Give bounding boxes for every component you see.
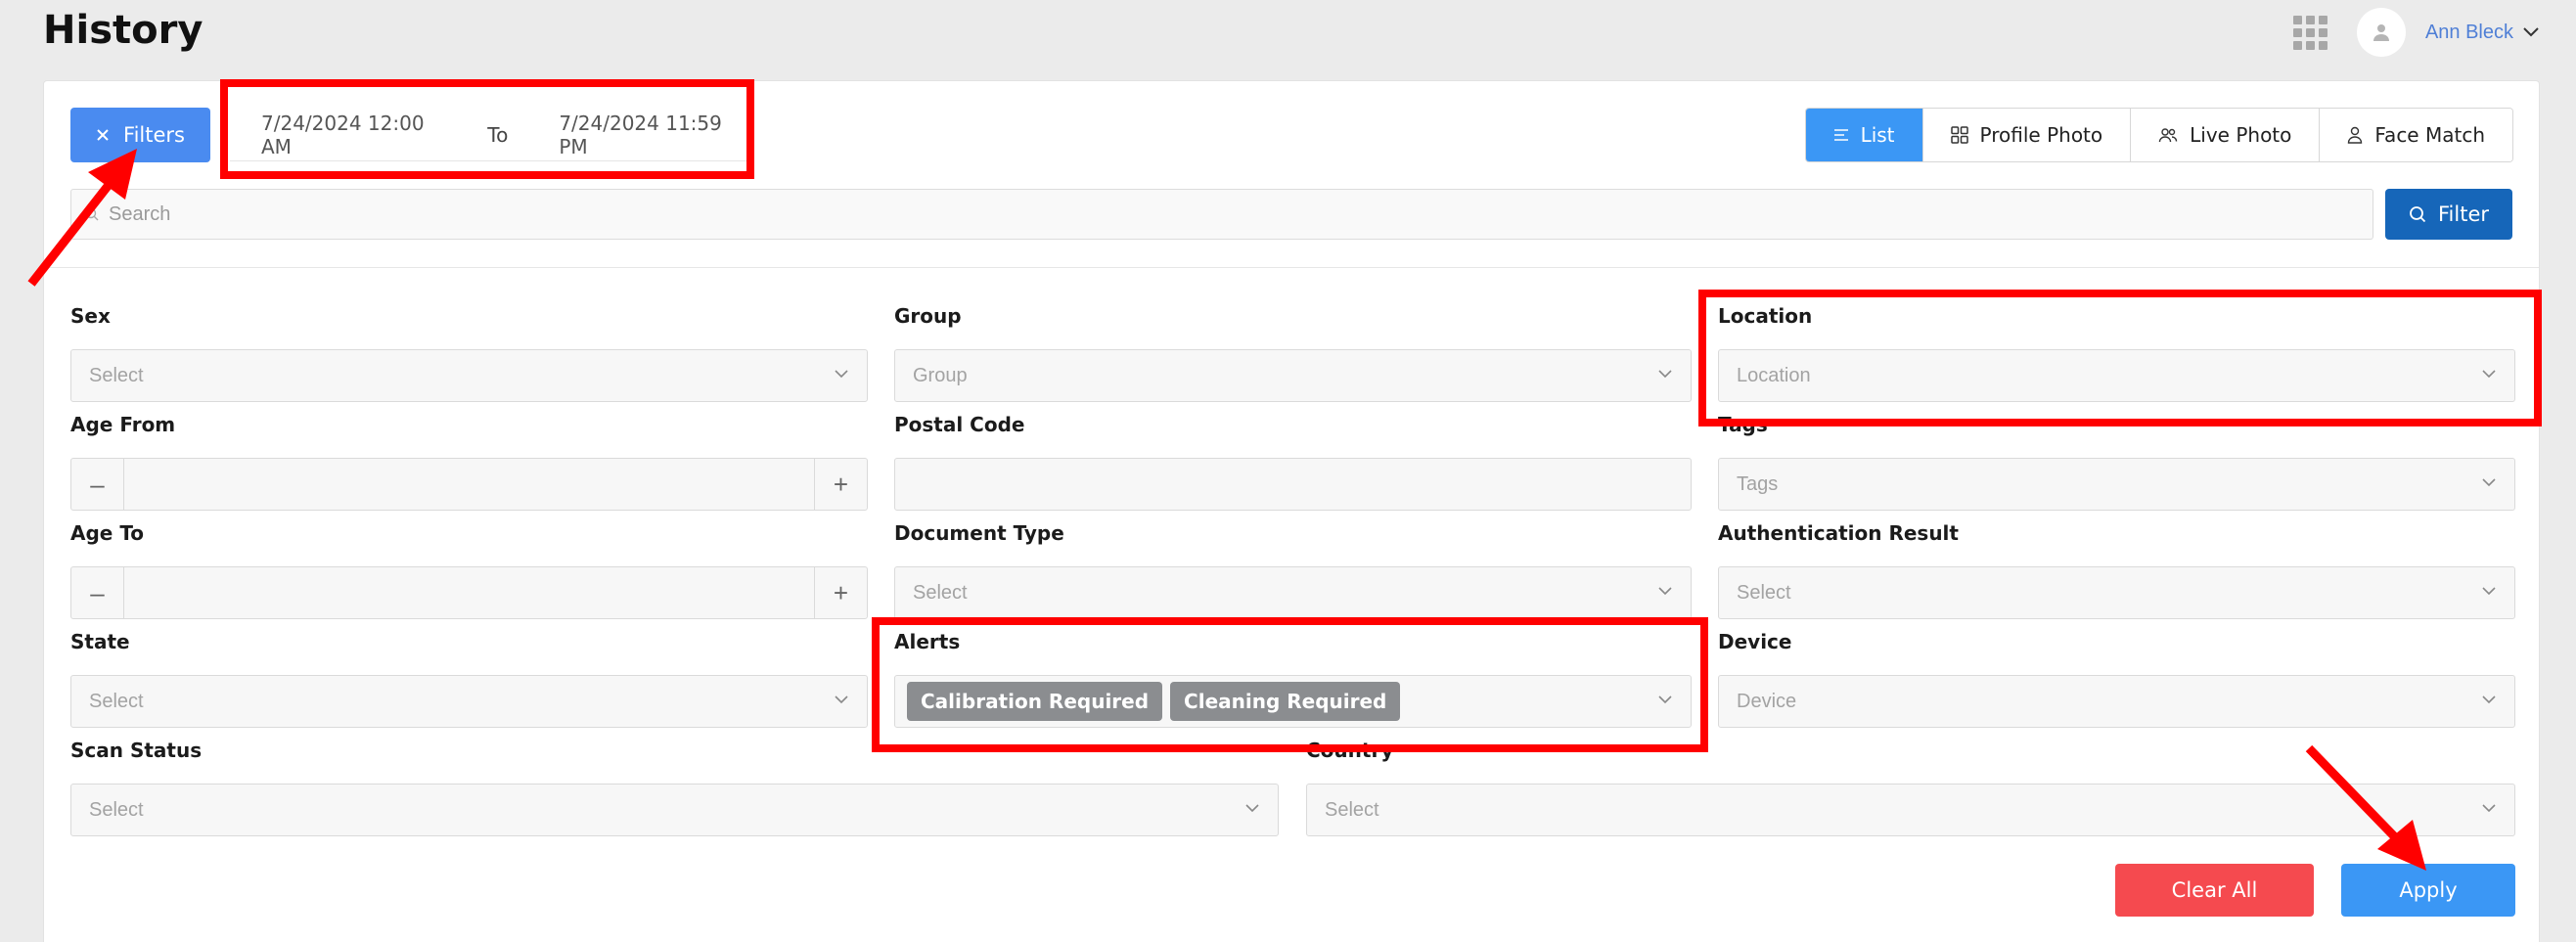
- state-select-placeholder: Select: [89, 690, 144, 712]
- apply-button[interactable]: Apply: [2341, 864, 2515, 917]
- scan-status-select[interactable]: Select: [70, 784, 1279, 836]
- document-type-select[interactable]: Select: [894, 566, 1692, 619]
- tab-list[interactable]: List: [1805, 109, 1923, 161]
- age-to-decrement-button[interactable]: –: [71, 567, 124, 618]
- authentication-result-label: Authentication Result: [1718, 521, 1959, 545]
- alerts-label: Alerts: [894, 630, 961, 653]
- search-input[interactable]: [109, 202, 2168, 226]
- tab-live-photo-label: Live Photo: [2190, 123, 2292, 147]
- filters-toggle-button[interactable]: Filters: [70, 108, 210, 162]
- tab-face-match-label: Face Match: [2374, 123, 2485, 147]
- divider: [44, 267, 2539, 268]
- alert-tag-calibration[interactable]: Calibration Required: [907, 682, 1163, 721]
- chevron-down-icon: [2482, 587, 2496, 596]
- view-tabs: List Profile Photo Live Photo Face Match: [1804, 108, 2513, 162]
- tab-face-match[interactable]: Face Match: [2320, 109, 2512, 161]
- tab-live-photo[interactable]: Live Photo: [2131, 109, 2321, 161]
- chevron-down-icon: [835, 370, 848, 379]
- device-label: Device: [1718, 630, 1792, 653]
- chevron-down-icon: [1658, 695, 1672, 704]
- chevron-down-icon[interactable]: [2523, 27, 2539, 37]
- postal-code-input[interactable]: [894, 458, 1692, 511]
- age-to-input[interactable]: [124, 567, 814, 618]
- search-icon: [2410, 206, 2426, 223]
- filter-button[interactable]: Filter: [2385, 189, 2512, 240]
- sex-select[interactable]: Select: [70, 349, 868, 402]
- chevron-down-icon: [1658, 370, 1672, 379]
- age-from-stepper: – +: [70, 458, 868, 511]
- device-select-placeholder: Device: [1737, 690, 1797, 712]
- people-icon: [2158, 128, 2178, 143]
- avatar[interactable]: [2356, 8, 2406, 57]
- group-label: Group: [894, 304, 962, 328]
- tags-label: Tags: [1718, 413, 1768, 436]
- user-name[interactable]: Ann Bleck: [2425, 22, 2513, 44]
- postal-code-label: Postal Code: [894, 413, 1025, 436]
- search-icon: [85, 207, 99, 221]
- state-label: State: [70, 630, 130, 653]
- device-select[interactable]: Device: [1718, 675, 2515, 728]
- sex-label: Sex: [70, 304, 111, 328]
- location-label: Location: [1718, 304, 1813, 328]
- topbar-right: Ann Bleck: [2292, 8, 2539, 57]
- chevron-down-icon: [2482, 370, 2496, 379]
- tags-select[interactable]: Tags: [1718, 458, 2515, 511]
- person-icon: [2348, 126, 2363, 144]
- sex-select-placeholder: Select: [89, 364, 144, 386]
- date-to[interactable]: 7/24/2024 11:59 PM: [559, 112, 748, 158]
- scan-status-placeholder: Select: [89, 798, 144, 821]
- tab-list-label: List: [1860, 123, 1895, 147]
- age-to-increment-button[interactable]: +: [814, 567, 867, 618]
- user-icon: [2373, 24, 2389, 41]
- document-type-label: Document Type: [894, 521, 1064, 545]
- tab-profile-photo-label: Profile Photo: [1979, 123, 2103, 147]
- tags-select-placeholder: Tags: [1737, 472, 1779, 495]
- scan-status-label: Scan Status: [70, 739, 203, 762]
- date-range-separator: To: [487, 122, 509, 147]
- state-select[interactable]: Select: [70, 675, 868, 728]
- group-select[interactable]: Group: [894, 349, 1692, 402]
- date-from[interactable]: 7/24/2024 12:00 AM: [261, 112, 452, 158]
- clear-all-button[interactable]: Clear All: [2115, 864, 2314, 917]
- authentication-result-select[interactable]: Select: [1718, 566, 2515, 619]
- filters-toggle-label: Filters: [123, 123, 185, 147]
- apps-grid-icon[interactable]: [2292, 15, 2327, 50]
- age-to-label: Age To: [70, 521, 145, 545]
- close-icon: [97, 129, 109, 141]
- chevron-down-icon: [2482, 804, 2496, 813]
- filter-button-label: Filter: [2437, 202, 2489, 226]
- page-title: History: [43, 8, 203, 53]
- date-range-picker[interactable]: 7/24/2024 12:00 AM To 7/24/2024 11:59 PM: [230, 109, 748, 161]
- search-box[interactable]: [70, 189, 2373, 240]
- chevron-down-icon: [835, 695, 848, 704]
- grid-icon: [1950, 126, 1968, 144]
- group-select-placeholder: Group: [913, 364, 968, 386]
- location-select[interactable]: Location: [1718, 349, 2515, 402]
- location-select-placeholder: Location: [1737, 364, 1811, 386]
- list-icon: [1833, 129, 1848, 141]
- chevron-down-icon: [1658, 587, 1672, 596]
- chevron-down-icon: [1245, 804, 1259, 813]
- country-select[interactable]: Select: [1306, 784, 2515, 836]
- chevron-down-icon: [2482, 695, 2496, 704]
- alert-tag-cleaning[interactable]: Cleaning Required: [1170, 682, 1401, 721]
- age-from-decrement-button[interactable]: –: [71, 459, 124, 510]
- age-from-increment-button[interactable]: +: [814, 459, 867, 510]
- age-to-stepper: – +: [70, 566, 868, 619]
- alerts-multiselect[interactable]: Calibration Required Cleaning Required: [894, 675, 1692, 728]
- country-select-placeholder: Select: [1325, 798, 1379, 821]
- chevron-down-icon: [2482, 478, 2496, 487]
- tab-profile-photo[interactable]: Profile Photo: [1922, 109, 2132, 161]
- history-card: Filters 7/24/2024 12:00 AM To 7/24/2024 …: [43, 80, 2540, 942]
- age-from-input[interactable]: [124, 459, 814, 510]
- authentication-result-placeholder: Select: [1737, 581, 1791, 604]
- document-type-placeholder: Select: [913, 581, 968, 604]
- country-label: Country: [1306, 739, 1394, 762]
- age-from-label: Age From: [70, 413, 176, 436]
